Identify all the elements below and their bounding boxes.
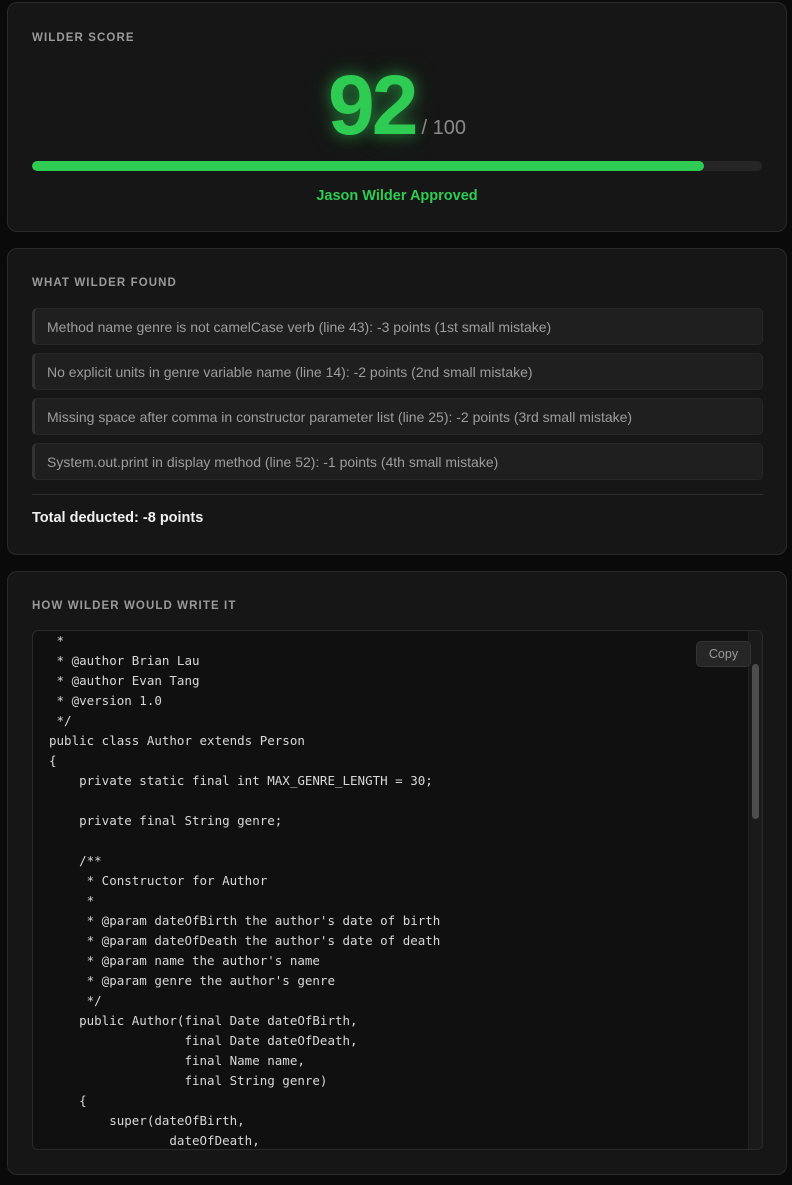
findings-card: WHAT WILDER FOUND Method name genre is n… [7,248,787,555]
copy-button[interactable]: Copy [696,641,751,667]
code-text[interactable]: * * @author Brian Lau * @author Evan Tan… [49,631,440,1149]
finding-item: No explicit units in genre variable name… [32,353,763,390]
score-max: / 100 [421,117,466,139]
verdict-label: Jason Wilder Approved [316,188,478,204]
findings-card-title: WHAT WILDER FOUND [32,277,177,289]
code-scrollbar[interactable] [748,631,762,1149]
finding-item: Missing space after comma in constructor… [32,398,763,435]
score-progress-bar [32,161,762,171]
score-display: 92 / 100 [8,59,786,151]
score-card: WILDER SCORE 92 / 100 Jason Wilder Appro… [7,2,787,232]
score-progress-fill [32,161,704,171]
score-card-title: WILDER SCORE [32,32,135,44]
code-block[interactable]: * * @author Brian Lau * @author Evan Tan… [32,630,763,1150]
finding-item: Method name genre is not camelCase verb … [32,308,763,345]
findings-list: Method name genre is not camelCase verb … [32,308,763,488]
score-value: 92 [328,58,418,152]
findings-divider [32,494,763,495]
code-card-title: HOW WILDER WOULD WRITE IT [32,600,237,612]
total-deducted: Total deducted: -8 points [32,510,204,526]
code-card: HOW WILDER WOULD WRITE IT * * @author Br… [7,571,787,1175]
finding-item: System.out.print in display method (line… [32,443,763,480]
code-scrollbar-thumb[interactable] [752,664,759,819]
